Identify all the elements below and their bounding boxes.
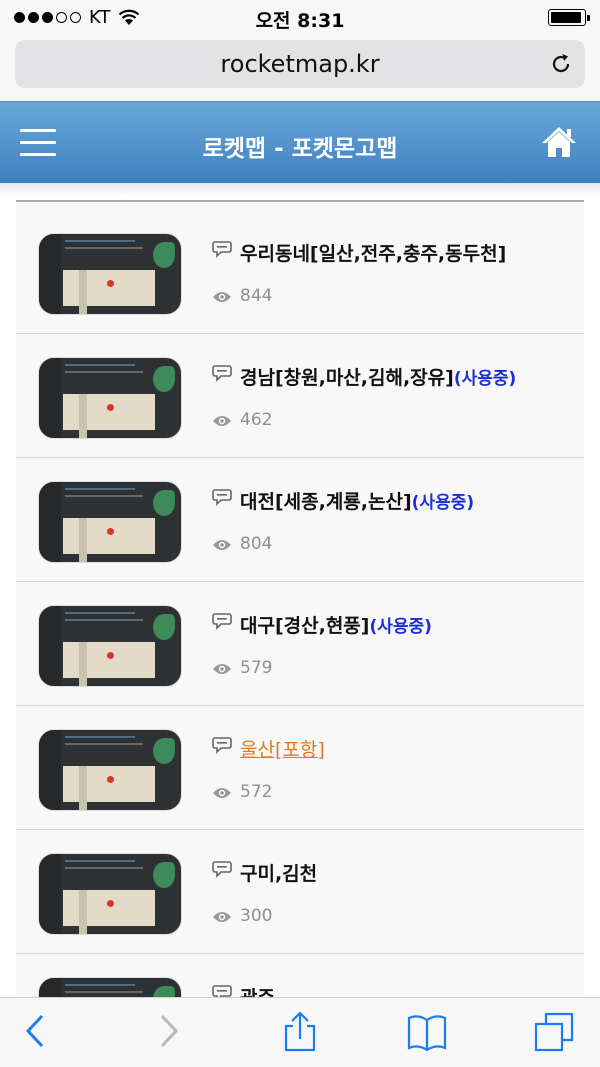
comment-icon bbox=[212, 985, 232, 997]
address-bar[interactable]: rocketmap.kr bbox=[15, 40, 585, 88]
item-title[interactable]: 경남[창원,마산,김해,장유](사용중) bbox=[240, 363, 516, 390]
list-item[interactable]: 대전[세종,계룡,논산](사용중) 804 bbox=[16, 458, 584, 582]
eye-icon bbox=[213, 788, 231, 798]
comment-icon bbox=[212, 861, 232, 878]
status-time: 오전 8:31 bbox=[255, 10, 345, 32]
thumbnail-image[interactable] bbox=[38, 729, 182, 811]
thumbnail-image[interactable] bbox=[38, 605, 182, 687]
tabs-icon[interactable] bbox=[534, 1012, 576, 1052]
battery-icon bbox=[548, 9, 590, 26]
list-item[interactable]: 대구[경산,현풍](사용중) 579 bbox=[16, 582, 584, 706]
reload-icon[interactable] bbox=[549, 52, 573, 76]
thumbnail-image[interactable] bbox=[38, 977, 182, 997]
eye-icon bbox=[213, 292, 231, 302]
comment-icon bbox=[212, 241, 232, 258]
divider bbox=[16, 200, 584, 202]
list-item[interactable]: 우리동네[일산,전주,충주,동두천] 844 bbox=[16, 210, 584, 334]
thumbnail-image[interactable] bbox=[38, 853, 182, 935]
status-tag: (사용중) bbox=[369, 617, 432, 637]
comment-icon bbox=[212, 365, 232, 382]
list-item[interactable]: 울산[포항] 572 bbox=[16, 706, 584, 830]
comment-icon bbox=[212, 737, 232, 754]
list-item[interactable]: 구미,김천 300 bbox=[16, 830, 584, 954]
url-text[interactable]: rocketmap.kr bbox=[15, 50, 585, 78]
site-header: 로켓맵 - 포켓몬고맵 bbox=[0, 101, 600, 183]
list-item[interactable]: 광주 bbox=[16, 954, 584, 997]
view-count: 300 bbox=[240, 906, 273, 926]
bookmarks-icon[interactable] bbox=[406, 1012, 448, 1052]
browser-chrome: rocketmap.kr bbox=[0, 36, 600, 100]
back-icon[interactable] bbox=[22, 1012, 48, 1050]
home-icon[interactable] bbox=[540, 124, 578, 160]
view-count: 579 bbox=[240, 658, 273, 678]
map-list: 우리동네[일산,전주,충주,동두천] 844 경남[창원,마산,김해,장유](사… bbox=[16, 200, 584, 997]
item-title[interactable]: 구미,김천 bbox=[240, 859, 317, 886]
eye-icon bbox=[213, 416, 231, 426]
header-shadow bbox=[0, 183, 600, 197]
eye-icon bbox=[213, 664, 231, 674]
item-title[interactable]: 광주 bbox=[240, 983, 275, 997]
comment-icon bbox=[212, 613, 232, 630]
item-title[interactable]: 대구[경산,현풍](사용중) bbox=[240, 611, 432, 638]
thumbnail-image[interactable] bbox=[38, 233, 182, 315]
comment-icon bbox=[212, 489, 232, 506]
item-title[interactable]: 우리동네[일산,전주,충주,동두천] bbox=[240, 239, 506, 266]
view-count: 844 bbox=[240, 286, 273, 306]
view-count: 804 bbox=[240, 534, 273, 554]
forward-icon[interactable] bbox=[156, 1012, 182, 1050]
thumbnail-image[interactable] bbox=[38, 357, 182, 439]
list-item[interactable]: 경남[창원,마산,김해,장유](사용중) 462 bbox=[16, 334, 584, 458]
eye-icon bbox=[213, 912, 231, 922]
status-bar: KT 오전 8:31 bbox=[0, 0, 600, 36]
thumbnail-image[interactable] bbox=[38, 481, 182, 563]
view-count: 462 bbox=[240, 410, 273, 430]
page-title: 로켓맵 - 포켓몬고맵 bbox=[202, 136, 398, 162]
status-tag: (사용중) bbox=[453, 369, 517, 389]
browser-toolbar bbox=[0, 997, 600, 1067]
status-tag: (사용중) bbox=[411, 493, 475, 513]
item-title-link[interactable]: 울산[포항] bbox=[240, 735, 325, 762]
view-count: 572 bbox=[240, 782, 273, 802]
eye-icon bbox=[213, 540, 231, 550]
item-title[interactable]: 대전[세종,계룡,논산](사용중) bbox=[240, 487, 474, 514]
share-icon[interactable] bbox=[282, 1012, 318, 1052]
